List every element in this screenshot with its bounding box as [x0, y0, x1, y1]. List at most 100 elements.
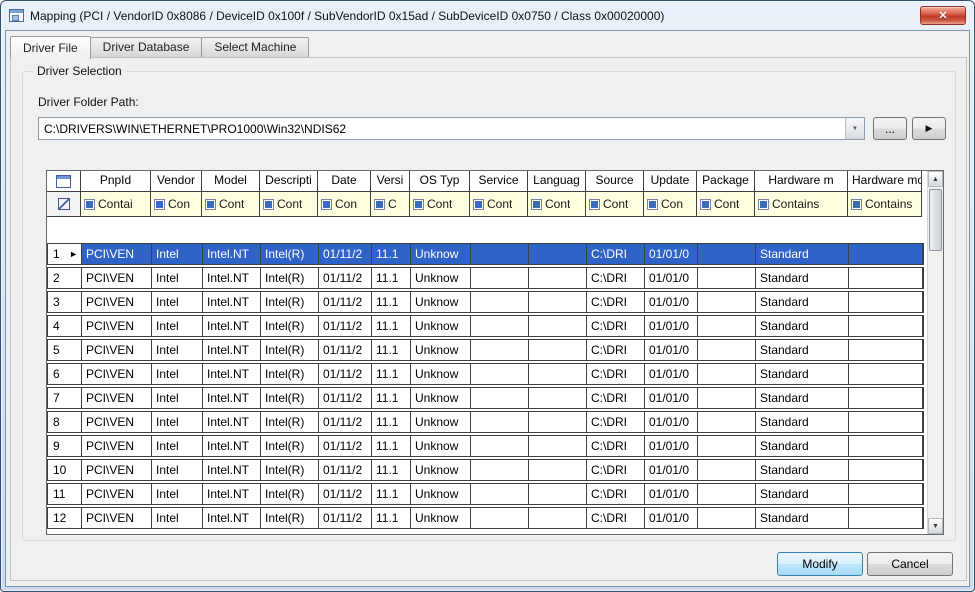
- row-header[interactable]: 7: [48, 388, 82, 408]
- grid-cell[interactable]: 01/01/0: [645, 436, 698, 456]
- table-row[interactable]: 4PCI\VENIntelIntel.NTIntel(R)01/11/211.1…: [47, 315, 924, 337]
- grid-cell[interactable]: Intel: [152, 436, 203, 456]
- grid-cell[interactable]: Standard: [756, 364, 849, 384]
- grid-cell[interactable]: 01/11/2: [319, 388, 372, 408]
- grid-cell[interactable]: Standard: [756, 292, 849, 312]
- grid-cell[interactable]: 01/01/0: [645, 388, 698, 408]
- grid-cell[interactable]: Intel: [152, 460, 203, 480]
- scroll-up-button[interactable]: ▲: [928, 171, 943, 187]
- grid-cell[interactable]: [849, 292, 923, 312]
- row-header[interactable]: 11: [48, 484, 82, 504]
- grid-cell[interactable]: Intel.NT: [203, 412, 261, 432]
- grid-cell[interactable]: 11.1: [372, 292, 411, 312]
- grid-cell[interactable]: Intel.NT: [203, 316, 261, 336]
- grid-cell[interactable]: Intel.NT: [203, 436, 261, 456]
- grid-cell[interactable]: Intel.NT: [203, 484, 261, 504]
- grid-cell[interactable]: 01/01/0: [645, 364, 698, 384]
- column-header-date[interactable]: Date: [318, 171, 371, 191]
- grid-cell[interactable]: Standard: [756, 316, 849, 336]
- grid-cell[interactable]: Intel.NT: [203, 508, 261, 528]
- grid-cell[interactable]: [849, 388, 923, 408]
- filter-cell-service[interactable]: Cont: [470, 192, 528, 216]
- grid-cell[interactable]: [529, 364, 587, 384]
- title-bar[interactable]: Mapping (PCI / VendorID 0x8086 / DeviceI…: [5, 1, 970, 30]
- table-row[interactable]: 6PCI\VENIntelIntel.NTIntel(R)01/11/211.1…: [47, 363, 924, 385]
- grid-cell[interactable]: Intel: [152, 268, 203, 288]
- scroll-down-button[interactable]: ▼: [928, 518, 943, 534]
- load-drivers-button[interactable]: ▶: [912, 117, 946, 140]
- grid-card-view-button[interactable]: [47, 171, 81, 191]
- grid-cell[interactable]: 11.1: [372, 484, 411, 504]
- grid-cell[interactable]: 01/01/0: [645, 484, 698, 504]
- grid-cell[interactable]: [698, 484, 756, 504]
- filter-cell-source[interactable]: Cont: [586, 192, 644, 216]
- grid-cell[interactable]: Intel(R): [261, 508, 319, 528]
- grid-cell[interactable]: Intel: [152, 484, 203, 504]
- filter-cell-os-typ[interactable]: Cont: [410, 192, 470, 216]
- grid-cell[interactable]: [529, 436, 587, 456]
- grid-cell[interactable]: PCI\VEN: [82, 292, 152, 312]
- row-header[interactable]: 1►: [48, 244, 82, 264]
- column-header-descripti[interactable]: Descripti: [260, 171, 318, 191]
- grid-cell[interactable]: Intel(R): [261, 292, 319, 312]
- filter-cell-descripti[interactable]: Cont: [260, 192, 318, 216]
- filter-type-icon[interactable]: [473, 199, 484, 210]
- grid-cell[interactable]: 01/11/2: [319, 268, 372, 288]
- grid-cell[interactable]: [698, 340, 756, 360]
- table-row[interactable]: 10PCI\VENIntelIntel.NTIntel(R)01/11/211.…: [47, 459, 924, 481]
- filter-cell-update[interactable]: Con: [644, 192, 697, 216]
- grid-cell[interactable]: C:\DRI: [587, 460, 645, 480]
- grid-cell[interactable]: [849, 508, 923, 528]
- grid-cell[interactable]: Unknow: [411, 508, 471, 528]
- grid-cell[interactable]: 01/01/0: [645, 316, 698, 336]
- grid-cell[interactable]: [698, 244, 756, 264]
- grid-cell[interactable]: Standard: [756, 460, 849, 480]
- grid-cell[interactable]: Intel.NT: [203, 364, 261, 384]
- grid-cell[interactable]: Unknow: [411, 268, 471, 288]
- grid-cell[interactable]: Standard: [756, 244, 849, 264]
- table-row[interactable]: 12PCI\VENIntelIntel.NTIntel(R)01/11/211.…: [47, 507, 924, 529]
- grid-cell[interactable]: Standard: [756, 268, 849, 288]
- grid-cell[interactable]: PCI\VEN: [82, 268, 152, 288]
- grid-cell[interactable]: Unknow: [411, 484, 471, 504]
- grid-cell[interactable]: [529, 460, 587, 480]
- grid-cell[interactable]: [529, 412, 587, 432]
- column-header-hardware-m[interactable]: Hardware m: [755, 171, 848, 191]
- grid-cell[interactable]: [849, 244, 923, 264]
- table-row[interactable]: 11PCI\VENIntelIntel.NTIntel(R)01/11/211.…: [47, 483, 924, 505]
- grid-cell[interactable]: [849, 484, 923, 504]
- table-row[interactable]: 2PCI\VENIntelIntel.NTIntel(R)01/11/211.1…: [47, 267, 924, 289]
- grid-cell[interactable]: Intel(R): [261, 436, 319, 456]
- grid-cell[interactable]: Intel.NT: [203, 460, 261, 480]
- grid-cell[interactable]: 11.1: [372, 388, 411, 408]
- filter-type-icon[interactable]: [413, 199, 424, 210]
- row-header[interactable]: 6: [48, 364, 82, 384]
- filter-type-icon[interactable]: [851, 199, 862, 210]
- column-header-update[interactable]: Update: [644, 171, 697, 191]
- grid-cell[interactable]: Intel.NT: [203, 268, 261, 288]
- grid-cell[interactable]: [698, 316, 756, 336]
- grid-cell[interactable]: [529, 268, 587, 288]
- grid-cell[interactable]: [471, 316, 529, 336]
- grid-cell[interactable]: C:\DRI: [587, 340, 645, 360]
- column-header-languag[interactable]: Languag: [528, 171, 586, 191]
- filter-cell-versi[interactable]: C: [371, 192, 410, 216]
- grid-cell[interactable]: C:\DRI: [587, 436, 645, 456]
- grid-cell[interactable]: [849, 316, 923, 336]
- grid-cell[interactable]: Intel: [152, 388, 203, 408]
- column-header-package[interactable]: Package: [697, 171, 755, 191]
- grid-cell[interactable]: Unknow: [411, 436, 471, 456]
- row-header[interactable]: 3: [48, 292, 82, 312]
- grid-cell[interactable]: Intel.NT: [203, 244, 261, 264]
- grid-cell[interactable]: Standard: [756, 484, 849, 504]
- grid-cell[interactable]: [471, 508, 529, 528]
- grid-cell[interactable]: 01/11/2: [319, 436, 372, 456]
- filter-cell-model[interactable]: Cont: [202, 192, 260, 216]
- grid-cell[interactable]: 01/01/0: [645, 508, 698, 528]
- grid-cell[interactable]: C:\DRI: [587, 388, 645, 408]
- grid-cell[interactable]: [471, 460, 529, 480]
- grid-cell[interactable]: [529, 340, 587, 360]
- grid-cell[interactable]: PCI\VEN: [82, 340, 152, 360]
- filter-cell-date[interactable]: Con: [318, 192, 371, 216]
- grid-cell[interactable]: [849, 460, 923, 480]
